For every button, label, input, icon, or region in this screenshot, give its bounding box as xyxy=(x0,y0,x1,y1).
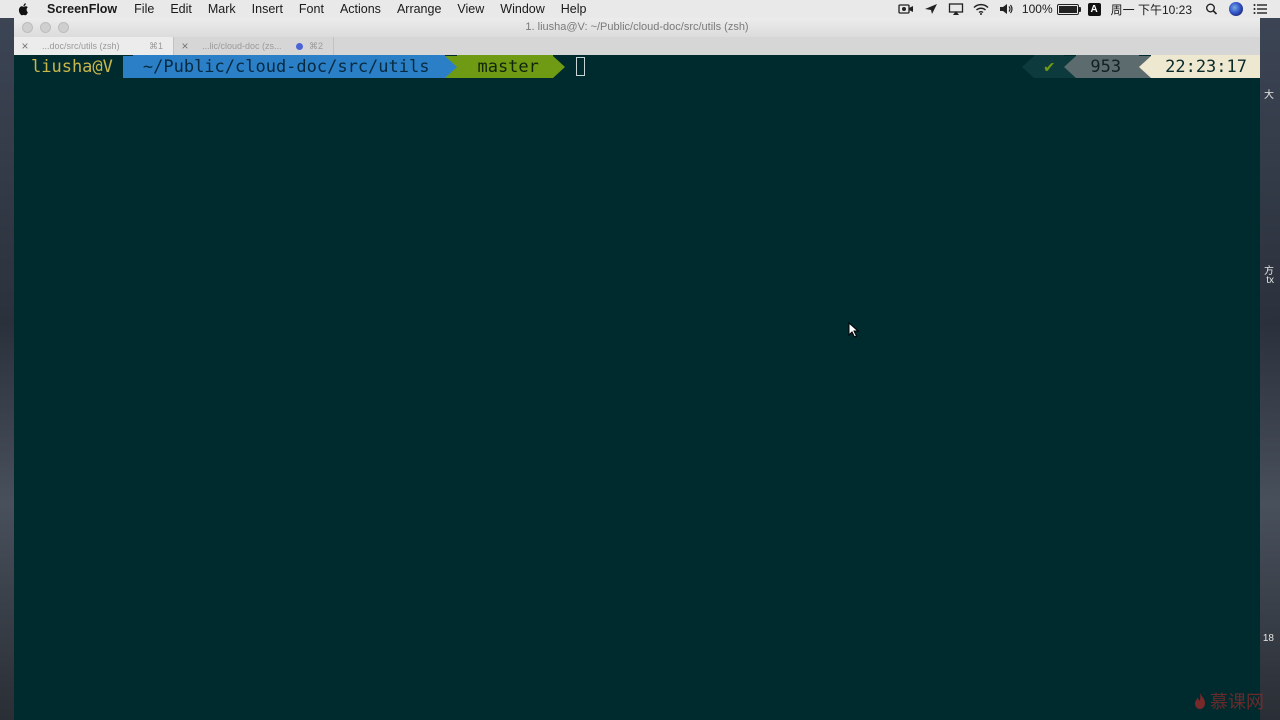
prompt-user-host: liusha@V xyxy=(31,56,113,77)
tab-2[interactable]: × ...lic/cloud-doc (zs... ⌘2 xyxy=(174,37,334,55)
prompt-branch: master xyxy=(477,56,539,77)
menu-view[interactable]: View xyxy=(457,2,484,16)
terminal-content[interactable]: liusha@V ~/Public/cloud-doc/src/utils ma… xyxy=(14,55,1260,720)
close-tab-icon[interactable]: × xyxy=(18,39,32,53)
flame-logo-icon xyxy=(1195,693,1205,709)
right-prompt: ✔ 953 22:23:17 xyxy=(1022,55,1260,78)
edge-text-top: 大 xyxy=(1264,90,1274,101)
prompt-separator xyxy=(445,55,458,78)
prompt-separator xyxy=(122,55,133,78)
prompt-separator xyxy=(1139,55,1152,78)
menu-arrange[interactable]: Arrange xyxy=(397,2,441,16)
edge-text-bottom: 18 xyxy=(1262,633,1274,644)
shell-prompt: liusha@V ~/Public/cloud-doc/src/utils ma… xyxy=(14,55,585,78)
edge-text-mid-2: tx xyxy=(1266,275,1274,286)
prompt-separator xyxy=(1022,55,1035,78)
status-area: 100% A 周一 下午10:23 xyxy=(889,0,1268,18)
wifi-icon[interactable] xyxy=(973,3,989,15)
activity-dot-icon xyxy=(295,42,303,50)
tab-shortcut: ⌘2 xyxy=(308,40,323,51)
prompt-separator xyxy=(552,55,565,78)
prompt-time: 22:23:17 xyxy=(1151,55,1260,78)
window-titlebar[interactable]: 1. liusha@V: ~/Public/cloud-doc/src/util… xyxy=(14,18,1260,38)
input-source-icon[interactable]: A xyxy=(1087,2,1101,16)
tab-1[interactable]: × ...doc/src/utils (zsh) ⌘1 xyxy=(14,37,174,55)
menu-font[interactable]: Font xyxy=(299,2,324,16)
battery-icon[interactable] xyxy=(1056,3,1081,15)
text-cursor xyxy=(575,57,585,76)
tab-label: ...doc/src/utils (zsh) xyxy=(42,41,120,51)
notification-center-icon[interactable] xyxy=(1252,3,1268,15)
location-icon[interactable] xyxy=(923,3,939,15)
history-number: 953 xyxy=(1076,55,1140,78)
menu-help[interactable]: Help xyxy=(561,2,587,16)
menubar-clock[interactable]: 周一 下午10:23 xyxy=(1111,1,1192,18)
tab-label: ...lic/cloud-doc (zs... xyxy=(202,41,282,51)
close-tab-icon[interactable]: × xyxy=(178,39,192,53)
prompt-cwd: ~/Public/cloud-doc/src/utils xyxy=(132,55,446,78)
airplay-icon[interactable] xyxy=(948,3,964,15)
menu-insert[interactable]: Insert xyxy=(252,2,283,16)
siri-icon[interactable] xyxy=(1229,2,1243,16)
menu-app-screenflow[interactable]: ScreenFlow xyxy=(47,2,117,16)
menu-actions[interactable]: Actions xyxy=(340,2,381,16)
mouse-pointer-icon xyxy=(848,322,860,338)
apple-icon[interactable] xyxy=(17,2,31,16)
menu-mark[interactable]: Mark xyxy=(208,2,236,16)
tab-bar: × ...doc/src/utils (zsh) ⌘1 × ...lic/clo… xyxy=(14,37,1260,56)
tab-shortcut: ⌘1 xyxy=(148,40,163,51)
watermark-text: 慕课网 xyxy=(1210,692,1264,712)
menu-file[interactable]: File xyxy=(134,2,154,16)
terminal-window: 1. liusha@V: ~/Public/cloud-doc/src/util… xyxy=(14,18,1260,720)
watermark: 慕课网 xyxy=(1193,688,1264,714)
prompt-separator xyxy=(1064,55,1077,78)
spotlight-search-icon[interactable] xyxy=(1204,3,1220,15)
menu-bar: ScreenFlow File Edit Mark Insert Font Ac… xyxy=(0,0,1280,18)
exit-status-check-icon: ✔ xyxy=(1034,55,1065,78)
screenflow-record-icon[interactable] xyxy=(898,3,914,15)
volume-icon[interactable] xyxy=(998,3,1014,15)
prompt-git: master xyxy=(457,55,553,78)
menu-window[interactable]: Window xyxy=(500,2,544,16)
window-title: 1. liusha@V: ~/Public/cloud-doc/src/util… xyxy=(525,21,749,33)
battery-percent: 100% xyxy=(1021,2,1053,16)
menu-edit[interactable]: Edit xyxy=(170,2,192,16)
